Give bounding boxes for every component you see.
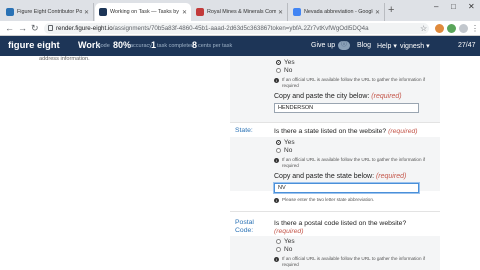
extension-icon[interactable] [447,24,456,33]
required-tag: (required) [371,93,402,100]
tab-label: Figure Eight Contributor Portal [17,9,82,15]
state-question: Is there a state listed on the website? … [274,128,418,135]
divider [230,211,440,212]
city-copy-label: Copy and paste the city below: (required… [274,93,402,100]
radio-label: No [284,147,293,154]
extension-icon[interactable] [435,24,444,33]
brand-logo[interactable]: figure eight [8,40,60,51]
browser-tab[interactable]: Royal Mines & Minerals Compan ✕ [192,3,288,21]
tab-favicon-icon [196,8,204,16]
radio-icon [276,148,281,153]
close-window-button[interactable]: ✕ [468,2,475,11]
maximize-button[interactable]: □ [451,2,456,11]
state-copy-label: Copy and paste the state below: (require… [274,173,406,180]
tab-favicon-icon [6,8,14,16]
question-text: Is there a state listed on the website? [274,128,387,135]
hint-text: If an official URL is available follow t… [282,157,426,168]
tasks-value: 1 [151,40,157,50]
url-host: render.figure-eight.io [56,25,113,32]
forward-arrow-icon[interactable]: → [18,22,27,35]
postal-question: Is there a postal code listed on the web… [274,220,407,227]
city-yes-radio[interactable]: Yes [276,59,295,66]
tab-label: Royal Mines & Minerals Compan [207,9,276,15]
tab-label: Working on Task — Tasks by Fi... [110,9,180,15]
new-tab-button[interactable]: + [388,3,394,17]
postal-label-line2: Code: [235,227,254,234]
required-tag: (required) [388,128,418,135]
city-no-radio[interactable]: No [276,67,292,74]
work-sub: mode [96,43,110,49]
state-yes-radio[interactable]: Yes [276,139,295,146]
lock-icon [48,25,53,31]
accuracy-sub: accuracy [130,43,153,49]
cents-sub: cents per task [198,43,233,49]
menu-dots-icon[interactable]: ⋮ [471,22,479,35]
radio-selected-icon [276,140,281,145]
url-input[interactable]: render.figure-eight.io/assignments/70b5a… [44,23,429,34]
city-input[interactable]: HENDERSON [274,103,419,113]
state-abbr-hint: i Please enter the two letter state abbr… [274,197,434,203]
browser-tab-active[interactable]: Working on Task — Tasks by Fi... ✕ [95,3,191,21]
radio-label: Yes [284,59,295,66]
reload-icon[interactable]: ↻ [31,22,39,35]
postal-hint: i If an official URL is available follow… [274,256,434,268]
required-tag: (required) [375,173,407,180]
info-icon: i [274,197,279,203]
label-text: Copy and paste the city below: [274,93,370,100]
radio-selected-icon [276,60,281,65]
minimize-button[interactable]: – [434,2,438,11]
tab-favicon-icon [293,8,301,16]
state-label: State: [235,127,253,134]
radio-label: Yes [284,238,295,245]
info-badge[interactable]: ⓘ [338,41,350,50]
tasks-sub: task completed [157,43,194,49]
radio-label: No [284,246,293,253]
info-icon: i [274,256,279,262]
back-arrow-icon[interactable]: ← [5,22,14,35]
hint-text: Please enter the two letter state abbrev… [282,197,375,202]
hint-text: If an official URL is available follow t… [282,77,426,88]
close-icon[interactable]: ✕ [278,9,283,16]
app-header: figure eight Work mode 80% accuracy 1 ta… [0,36,480,56]
url-text: render.figure-eight.io/assignments/70b5a… [56,24,369,33]
label-text: Copy and paste the state below: [274,173,375,180]
task-counter: 27/47 [458,42,476,49]
state-input[interactable]: NV [274,183,419,193]
info-icon: i [274,157,279,163]
cents-value: 8 [192,40,198,50]
task-form: address information. Yes No i If an offi… [0,56,480,270]
star-icon[interactable]: ☆ [420,22,427,35]
state-no-radio[interactable]: No [276,147,292,154]
browser-tab[interactable]: Nevada abbreviation - Google Se ✕ [289,3,385,21]
browser-tab[interactable]: Figure Eight Contributor Portal ✕ [2,3,94,21]
profile-avatar-icon[interactable] [459,24,468,33]
info-icon: i [274,77,279,83]
close-icon[interactable]: ✕ [84,9,89,16]
radio-label: Yes [284,139,295,146]
city-hint: i If an official URL is available follow… [274,77,434,89]
hint-text: If an official URL is available follow t… [282,256,426,267]
close-icon[interactable]: ✕ [182,9,187,16]
address-note: address information. [39,56,90,62]
accuracy-value: 80% [113,40,132,50]
postal-no-radio[interactable]: No [276,246,292,253]
tab-label: Nevada abbreviation - Google Se [304,9,373,15]
close-icon[interactable]: ✕ [375,9,380,16]
radio-icon [276,247,281,252]
blog-link[interactable]: Blog [357,42,371,49]
give-up-button[interactable]: Give up [311,42,335,49]
state-hint: i If an official URL is available follow… [274,157,434,169]
address-bar: ← → ↻ render.figure-eight.io/assignments… [0,21,480,36]
divider [230,122,440,123]
required-tag: (required) [274,228,304,235]
radio-icon [276,68,281,73]
tab-favicon-icon [99,8,107,16]
radio-label: No [284,67,293,74]
help-menu[interactable]: Help ▾ [377,42,397,50]
url-path: /assignments/70b5a83f-4860-45b1-aaad-2d6… [112,25,369,32]
postal-yes-radio[interactable]: Yes [276,238,295,245]
radio-icon [276,239,281,244]
browser-tab-strip: Figure Eight Contributor Portal ✕ Workin… [0,0,480,21]
user-menu[interactable]: vignesh ▾ [400,42,430,50]
